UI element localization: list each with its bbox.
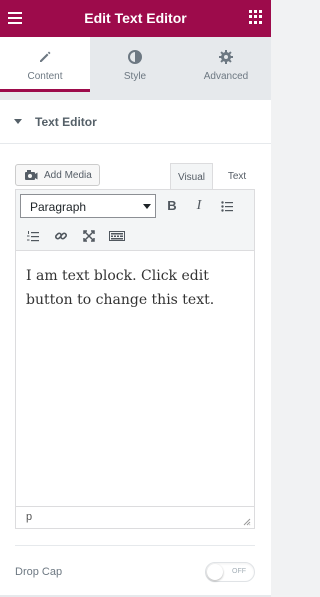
toggle-state-label: OFF	[232, 568, 246, 575]
bullet-list-icon[interactable]	[216, 195, 238, 217]
panel-title: Edit Text Editor	[84, 10, 187, 26]
link-icon[interactable]	[50, 225, 72, 247]
editor-toolbar: Paragraph B I	[16, 190, 254, 251]
format-select[interactable]: Paragraph	[20, 194, 156, 218]
divider	[15, 545, 255, 546]
panel-header: Edit Text Editor	[0, 0, 271, 37]
half-circle-icon	[90, 49, 180, 65]
gear-icon	[181, 49, 271, 65]
add-media-button[interactable]: Add Media	[15, 164, 100, 186]
fullscreen-icon[interactable]	[78, 225, 100, 247]
chevron-down-icon	[143, 204, 151, 209]
italic-icon[interactable]: I	[188, 195, 210, 217]
resize-handle-icon[interactable]	[243, 517, 251, 526]
tab-text[interactable]: Text	[219, 163, 255, 189]
section-header[interactable]: Text Editor	[0, 100, 271, 144]
tab-label: Content	[27, 71, 63, 82]
toggle-knob	[207, 564, 223, 580]
tab-content[interactable]: Content	[0, 37, 90, 92]
bold-icon[interactable]: B	[161, 195, 183, 217]
editor-content[interactable]: I am text block. Click edit button to ch…	[26, 264, 246, 312]
pencil-icon	[0, 49, 90, 65]
numbered-list-icon[interactable]	[22, 225, 44, 247]
tab-label: Advanced	[203, 71, 249, 82]
drop-cap-toggle[interactable]: OFF	[205, 562, 255, 582]
panel-tabs: Content Style Advanced	[0, 37, 271, 92]
element-path: p	[26, 511, 33, 523]
toolbar-toggle-icon[interactable]	[106, 225, 128, 247]
tab-advanced[interactable]: Advanced	[181, 37, 271, 92]
tab-style[interactable]: Style	[90, 37, 180, 92]
tab-label: Style	[123, 71, 147, 82]
format-select-value: Paragraph	[30, 200, 87, 214]
tabs-spacer	[0, 92, 271, 100]
drop-cap-label: Drop Cap	[15, 566, 63, 578]
tab-visual[interactable]: Visual	[170, 163, 213, 189]
controls-panel: Text Editor Add Media Visual Text Paragr…	[0, 100, 271, 597]
text-editor: Paragraph B I I am text block. Click edi…	[15, 189, 255, 529]
grid-icon[interactable]	[249, 10, 263, 24]
add-media-label: Add Media	[44, 170, 92, 181]
section-title: Text Editor	[35, 115, 97, 129]
caret-down-icon	[14, 119, 22, 124]
media-icon	[24, 169, 38, 184]
editor-statusbar: p	[16, 506, 254, 528]
